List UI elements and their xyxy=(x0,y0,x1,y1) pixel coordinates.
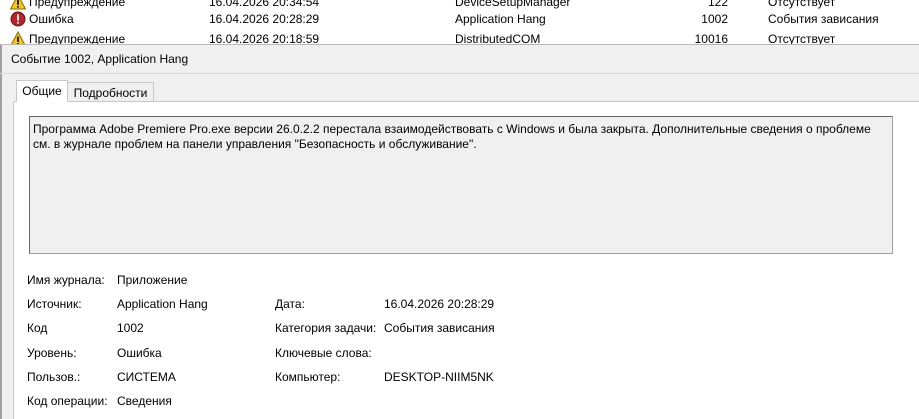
task-category-value: События зависания xyxy=(384,321,495,335)
keywords-label: Ключевые слова: xyxy=(275,346,372,360)
event-id-label: Код xyxy=(27,321,48,335)
computer-label: Компьютер: xyxy=(275,370,341,384)
log-name-value: Приложение xyxy=(117,273,188,287)
date-value: 16.04.2026 20:28:29 xyxy=(384,297,495,311)
task-category-label: Категория задачи: xyxy=(275,321,377,335)
event-category: События зависания xyxy=(768,12,879,26)
opcode-label: Код операции: xyxy=(27,394,108,408)
level-label: Уровень: xyxy=(27,346,77,360)
tab-general[interactable]: Общие xyxy=(16,80,68,102)
event-details-title: Событие 1002, Application Hang xyxy=(11,52,189,66)
level-value: Ошибка xyxy=(117,346,162,360)
event-date: 16.04.2026 20:28:29 xyxy=(209,12,320,26)
title-divider xyxy=(0,73,919,74)
event-description-text: Программа Adobe Premiere Pro.exe версии … xyxy=(33,122,871,151)
source-label: Источник: xyxy=(27,297,82,311)
log-name-label: Имя журнала: xyxy=(27,273,105,287)
date-label: Дата: xyxy=(275,297,305,311)
event-row[interactable]: Ошибка 16.04.2026 20:28:29 Application H… xyxy=(0,10,919,28)
event-id: 1002 xyxy=(701,12,728,26)
warning-icon xyxy=(10,0,26,10)
error-icon xyxy=(10,11,26,27)
opcode-value: Сведения xyxy=(117,394,172,408)
user-value: СИСТЕМА xyxy=(117,370,176,384)
event-source: Application Hang xyxy=(455,12,546,26)
event-id-value: 1002 xyxy=(117,321,144,335)
source-value[interactable]: Application Hang xyxy=(117,297,208,311)
computer-value: DESKTOP-NIIM5NK xyxy=(384,370,494,384)
tab-details[interactable]: Подробности xyxy=(68,82,154,102)
event-level: Ошибка xyxy=(29,12,74,26)
user-label: Пользов.: xyxy=(27,370,81,384)
